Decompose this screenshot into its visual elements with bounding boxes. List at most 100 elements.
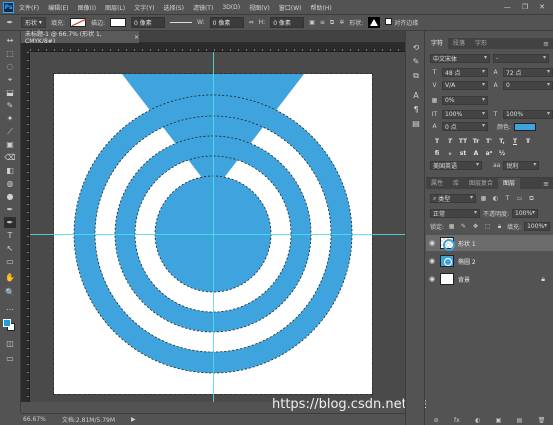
pen-tool-icon[interactable]: ✒: [4, 217, 16, 228]
blend-mode-dropdown[interactable]: 正常: [430, 209, 480, 218]
vertical-scale-input[interactable]: 100%: [442, 110, 488, 119]
stamp-tool-icon[interactable]: ▣: [4, 139, 16, 150]
clone-panel-icon[interactable]: ⧉: [411, 71, 421, 81]
opacity-input[interactable]: 100%: [512, 209, 539, 218]
shape-picker[interactable]: [368, 17, 381, 28]
canvas-area[interactable]: [30, 52, 405, 402]
layer-row-shape1[interactable]: ◉ 形状 1: [426, 235, 553, 251]
history-brush-tool-icon[interactable]: ⌫: [4, 152, 16, 163]
screen-mode-icon[interactable]: ▭: [4, 353, 16, 364]
menu-help[interactable]: 帮助(H): [311, 3, 332, 12]
vertical-ruler[interactable]: [21, 52, 30, 402]
horizontal-ruler[interactable]: [30, 43, 405, 52]
blur-tool-icon[interactable]: ●: [4, 191, 16, 202]
stroke-swatch[interactable]: [110, 18, 126, 27]
brush-panel-icon[interactable]: ✎: [411, 57, 421, 67]
glyphs-panel-icon[interactable]: ▤: [411, 119, 421, 129]
language-dropdown[interactable]: 美国英语: [430, 161, 482, 170]
tsume-dropdown[interactable]: 0%: [442, 96, 488, 105]
lock-paint-icon[interactable]: ✎: [459, 223, 468, 230]
fraction-button[interactable]: ½: [497, 149, 507, 158]
menu-layer[interactable]: 图层(L): [105, 3, 125, 12]
fill-input[interactable]: 100%: [524, 222, 551, 231]
text-color-swatch[interactable]: [514, 122, 537, 131]
ordinal-button[interactable]: aᵃ: [484, 149, 494, 158]
tracking-dropdown[interactable]: 0: [503, 81, 553, 90]
vertical-guide[interactable]: [213, 52, 214, 402]
baseline-shift-input[interactable]: 0 点: [442, 122, 488, 131]
layers-menu-icon[interactable]: ≡: [543, 180, 549, 188]
quick-select-tool-icon[interactable]: ⌖: [4, 74, 16, 85]
move-tool-icon[interactable]: ↔: [4, 35, 16, 46]
history-panel-icon[interactable]: ⟲: [411, 43, 421, 53]
healing-tool-icon[interactable]: ✦: [4, 113, 16, 124]
type-tool-icon[interactable]: T: [4, 230, 16, 241]
stroke-type-dropdown[interactable]: [170, 22, 192, 23]
document-tab[interactable]: 未标题-1 @ 66.7% (形状 1, CMYK/8#) ×: [21, 31, 139, 45]
eraser-tool-icon[interactable]: ◧: [4, 165, 16, 176]
tool-mode-dropdown[interactable]: 形状 ▾: [21, 17, 46, 28]
hand-tool-icon[interactable]: ✋: [4, 272, 16, 283]
marquee-tool-icon[interactable]: ⬚: [4, 48, 16, 59]
pen-tool-icon[interactable]: ✒: [4, 17, 16, 28]
close-icon[interactable]: ✕: [539, 3, 545, 11]
new-layer-icon[interactable]: ▤: [517, 417, 523, 425]
all-caps-button[interactable]: TT: [458, 137, 468, 146]
quick-mask-icon[interactable]: ◫: [4, 338, 16, 349]
swash-button[interactable]: ℴ: [445, 149, 455, 158]
kerning-dropdown[interactable]: V/A: [442, 81, 488, 90]
tab-libraries[interactable]: 库: [448, 178, 464, 189]
align-edges-checkbox[interactable]: 对齐边缘: [385, 18, 418, 27]
tab-close-icon[interactable]: ×: [134, 34, 139, 41]
visibility-eye-icon[interactable]: ◉: [426, 275, 438, 283]
zoom-level[interactable]: 66.67%: [23, 416, 46, 423]
stylistic-button[interactable]: st: [458, 149, 468, 158]
foreground-color-swatch[interactable]: [3, 319, 11, 327]
visibility-eye-icon[interactable]: ◉: [426, 257, 438, 265]
menu-3d[interactable]: 3D(D): [222, 4, 240, 11]
menu-file[interactable]: 文件(F): [19, 3, 39, 12]
width-input[interactable]: 0 像素: [209, 17, 244, 28]
group-icon[interactable]: ▣: [496, 417, 502, 425]
filter-shape-icon[interactable]: ▭: [515, 195, 524, 202]
eyedropper-tool-icon[interactable]: ✎: [4, 100, 16, 111]
height-input[interactable]: 0 像素: [270, 17, 305, 28]
path-ops-icon[interactable]: ▣: [309, 19, 315, 26]
visibility-eye-icon[interactable]: ◉: [426, 239, 438, 247]
lasso-tool-icon[interactable]: ◌: [4, 61, 16, 72]
menu-view[interactable]: 视图(V): [249, 3, 270, 12]
stroke-width-input[interactable]: 0 像素: [131, 17, 165, 28]
menu-select[interactable]: 选择(S): [163, 3, 184, 12]
brush-tool-icon[interactable]: ⟋: [4, 126, 16, 137]
menu-type[interactable]: 文字(Y): [134, 3, 154, 12]
menu-image[interactable]: 图像(I): [78, 3, 96, 12]
zoom-tool-icon[interactable]: 🔍: [4, 287, 16, 298]
menu-edit[interactable]: 编辑(E): [48, 3, 68, 12]
filter-smart-icon[interactable]: ⧉: [527, 195, 536, 203]
lock-transparent-icon[interactable]: ▦: [447, 223, 456, 230]
panel-menu-icon[interactable]: ≡: [543, 40, 549, 48]
dodge-tool-icon[interactable]: ✒: [4, 204, 16, 215]
horizontal-guide[interactable]: [30, 234, 405, 235]
link-layers-icon[interactable]: ⊘: [434, 417, 439, 425]
small-caps-button[interactable]: Tr: [471, 137, 481, 146]
horizontal-scale-input[interactable]: 100%: [503, 110, 553, 119]
align-icon[interactable]: ≡: [320, 19, 325, 26]
faux-italic-button[interactable]: T: [445, 137, 455, 146]
lock-all-icon[interactable]: 🔒︎: [495, 223, 504, 231]
crop-tool-icon[interactable]: ⬓: [4, 87, 16, 98]
gradient-tool-icon[interactable]: ◍: [4, 178, 16, 189]
strikethrough-button[interactable]: Ŧ: [523, 137, 533, 146]
arrange-icon[interactable]: ⧉: [330, 19, 334, 27]
antialias-dropdown[interactable]: 锐利: [503, 161, 540, 170]
titling-button[interactable]: A: [471, 149, 481, 158]
restore-icon[interactable]: ❐: [522, 3, 528, 11]
tab-layer-comps[interactable]: 图层复合: [464, 178, 498, 189]
leading-dropdown[interactable]: 72 点: [503, 68, 553, 77]
tab-glyphs[interactable]: 字形: [470, 38, 492, 49]
underline-button[interactable]: T: [510, 137, 520, 146]
fill-swatch[interactable]: [69, 18, 86, 27]
character-panel-icon[interactable]: A: [411, 91, 421, 101]
trash-icon[interactable]: 🗑: [538, 417, 546, 425]
filter-adjust-icon[interactable]: ◐: [491, 195, 500, 202]
